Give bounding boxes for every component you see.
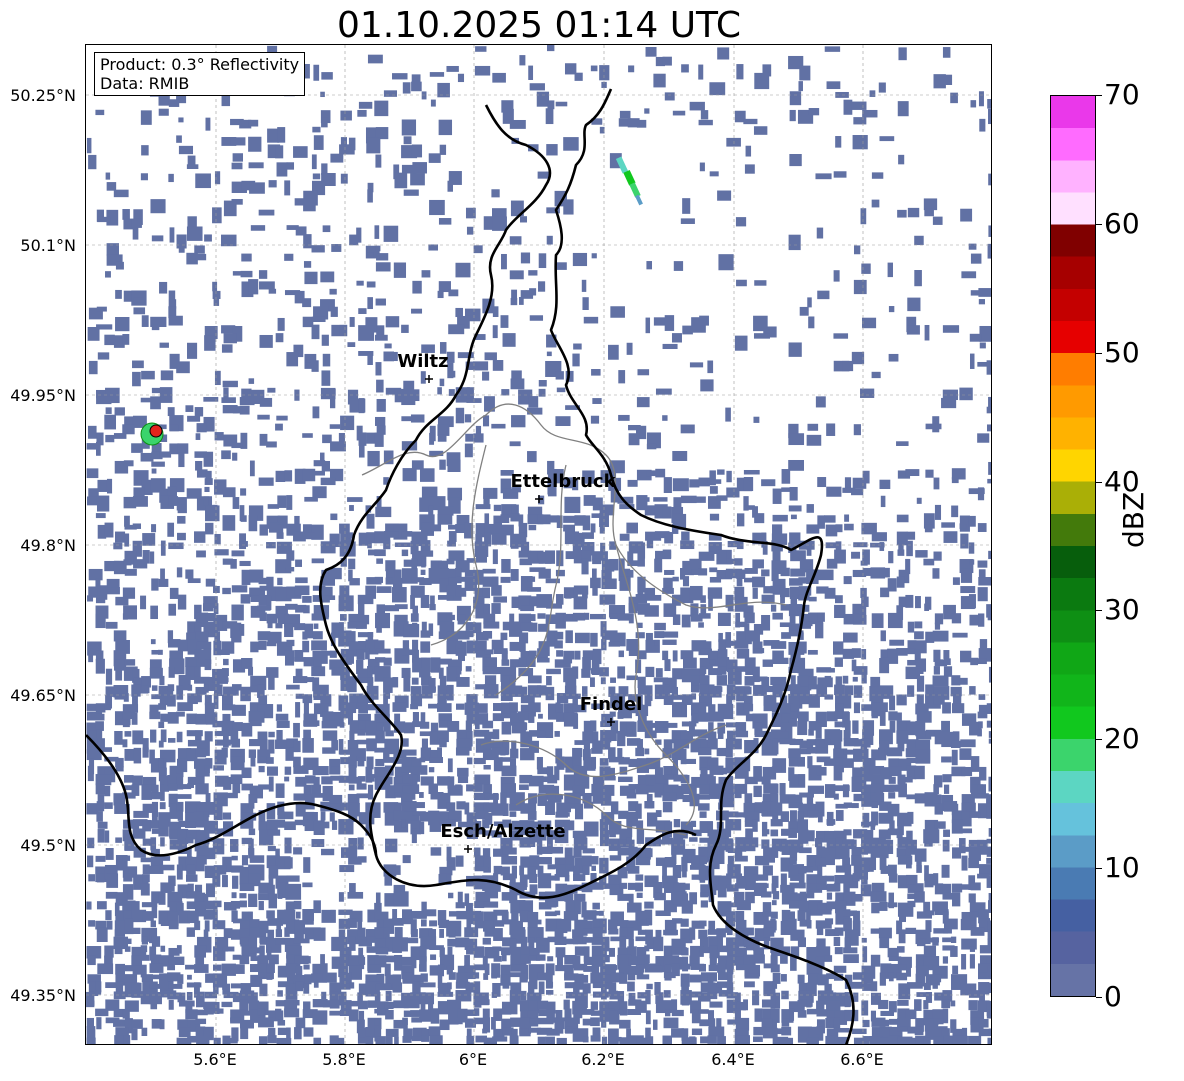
lat-tick-label: 50.25°N [10,86,76,105]
colorbar-tick-mark [1096,352,1102,354]
lon-tick-label: 6.4°E [711,1050,755,1069]
lat-tick-label: 49.95°N [10,386,76,405]
city-label-wiltz: Wiltz [397,351,449,372]
lon-tick-label: 6°E [458,1050,488,1069]
colorbar-tick-mark [1096,610,1102,612]
colorbar-label: dBZ [1117,491,1150,548]
lat-tick-label: 49.65°N [10,686,76,705]
city-label-esch-alzette: Esch/Alzette [440,821,566,842]
colorbar-tick-label: 10 [1104,851,1140,885]
city-marker-icon [464,845,472,853]
data-source-label: Data: RMIB [100,74,190,93]
colorbar-tick-label: 30 [1104,593,1140,627]
map-title: 01.10.2025 01:14 UTC [336,5,742,46]
colorbar-tick-mark [1096,739,1102,741]
colorbar-tick-label: 60 [1104,206,1140,240]
colorbar-tick-mark [1096,481,1102,483]
lat-tick-label: 49.35°N [10,986,76,1005]
city-marker-icon [425,375,433,383]
colorbar-tick-mark [1096,997,1102,998]
lat-tick-label: 50.1°N [20,236,76,255]
dbz-colorbar [1050,95,1096,997]
city-label-findel: Findel [579,694,643,715]
lon-tick-label: 5.6°E [193,1050,237,1069]
lat-tick-label: 49.8°N [20,536,76,555]
product-info-box: Product: 0.3° Reflectivity Data: RMIB [94,52,306,96]
radar-site[interactable] [140,422,164,446]
lon-tick-label: 5.8°E [322,1050,366,1069]
radar-map-canvas[interactable] [86,45,992,1045]
colorbar-tick-label: 70 [1104,78,1140,111]
product-label: Product: 0.3° Reflectivity [100,55,300,74]
colorbar-tick-label: 20 [1104,722,1140,756]
lon-tick-label: 6.6°E [840,1050,884,1069]
city-label-ettelbruck: Ettelbruck [510,471,616,492]
storm-cell [615,156,643,206]
lat-tick-label: 49.5°N [20,836,76,855]
colorbar-tick-mark [1096,868,1102,870]
colorbar-tick-mark [1096,95,1102,96]
radar-map[interactable] [85,44,992,1045]
colorbar-tick-label: 50 [1104,335,1140,369]
lon-tick-label: 6.2°E [581,1050,625,1069]
colorbar-tick-label: 0 [1104,980,1122,1013]
colorbar-tick-mark [1096,223,1102,225]
